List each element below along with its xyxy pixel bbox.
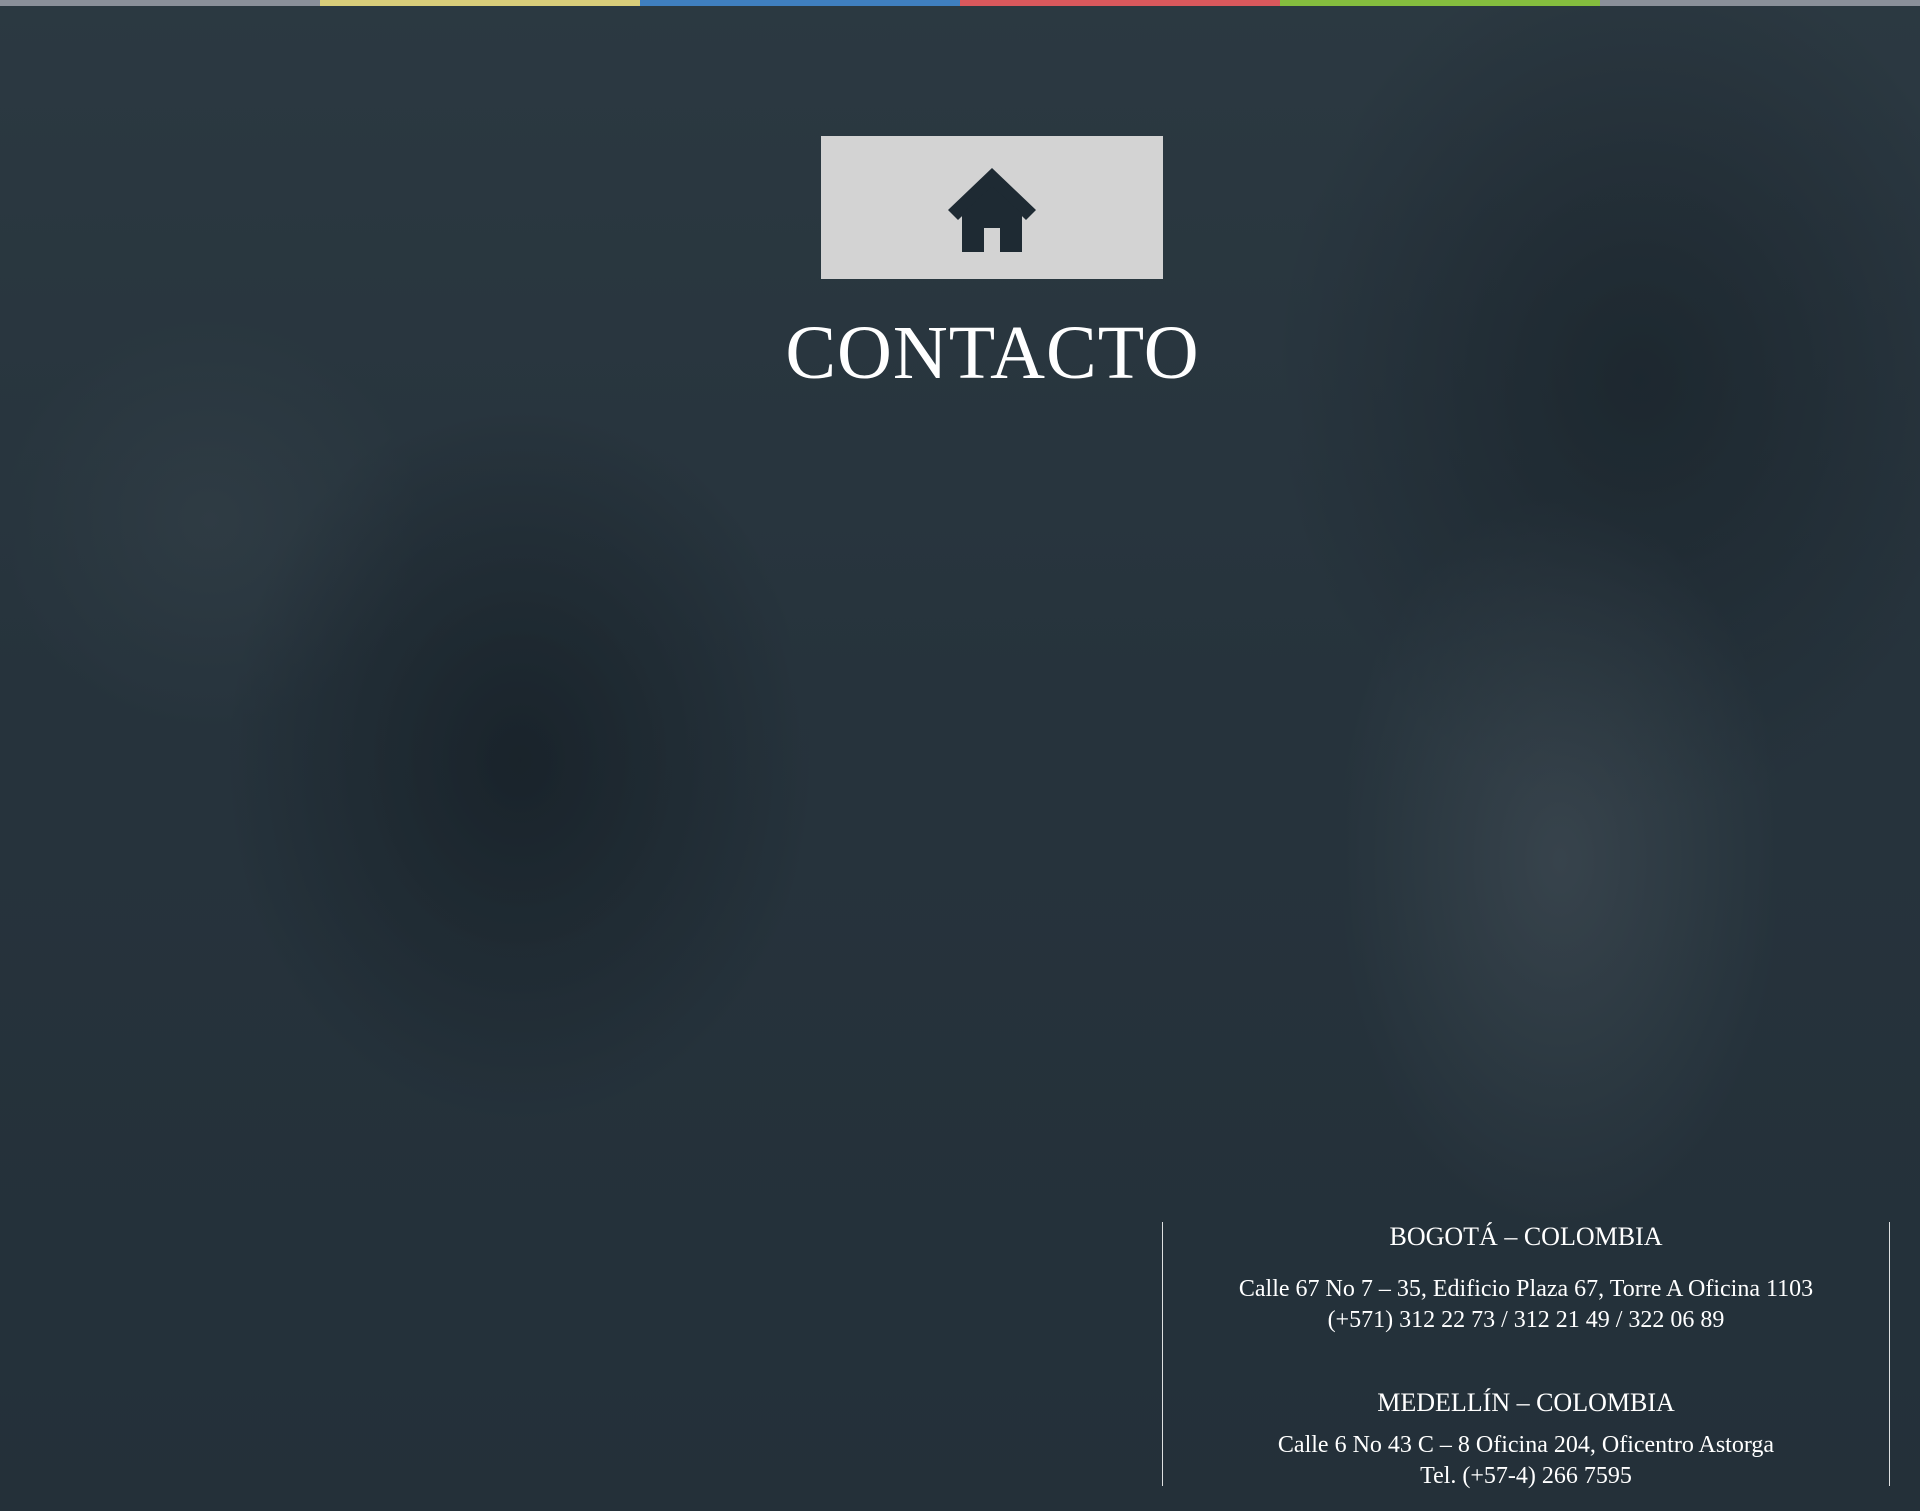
office-phone: (+571) 312 22 73 / 312 21 49 / 322 06 89 <box>1327 1307 1725 1333</box>
office-title: BOGOTÁ – COLOMBIA <box>1389 1222 1663 1251</box>
top-color-stripe <box>0 0 1920 6</box>
office-title: MEDELLÍN – COLOMBIA <box>1377 1388 1675 1417</box>
stripe-segment <box>1280 0 1600 6</box>
stripe-segment <box>640 0 960 6</box>
home-button[interactable] <box>821 136 1163 279</box>
stripe-segment <box>320 0 640 6</box>
office-address: Calle 67 No 7 – 35, Edificio Plaza 67, T… <box>1238 1276 1814 1302</box>
office-medellin: MEDELLÍN – COLOMBIA Calle 6 No 43 C – 8 … <box>1163 1388 1889 1492</box>
office-address: Calle 6 No 43 C – 8 Oficina 204, Oficent… <box>1277 1432 1775 1458</box>
home-icon <box>948 167 1036 252</box>
stripe-segment <box>0 0 320 6</box>
stripe-segment <box>1600 0 1920 6</box>
office-bogota: BOGOTÁ – COLOMBIA Calle 67 No 7 – 35, Ed… <box>1163 1222 1889 1336</box>
stripe-segment <box>960 0 1280 6</box>
page-title: CONTACTO <box>785 311 1200 395</box>
contact-offices-panel: BOGOTÁ – COLOMBIA Calle 67 No 7 – 35, Ed… <box>1162 1222 1890 1489</box>
office-phone: Tel. (+57-4) 266 7595 <box>1420 1463 1632 1489</box>
